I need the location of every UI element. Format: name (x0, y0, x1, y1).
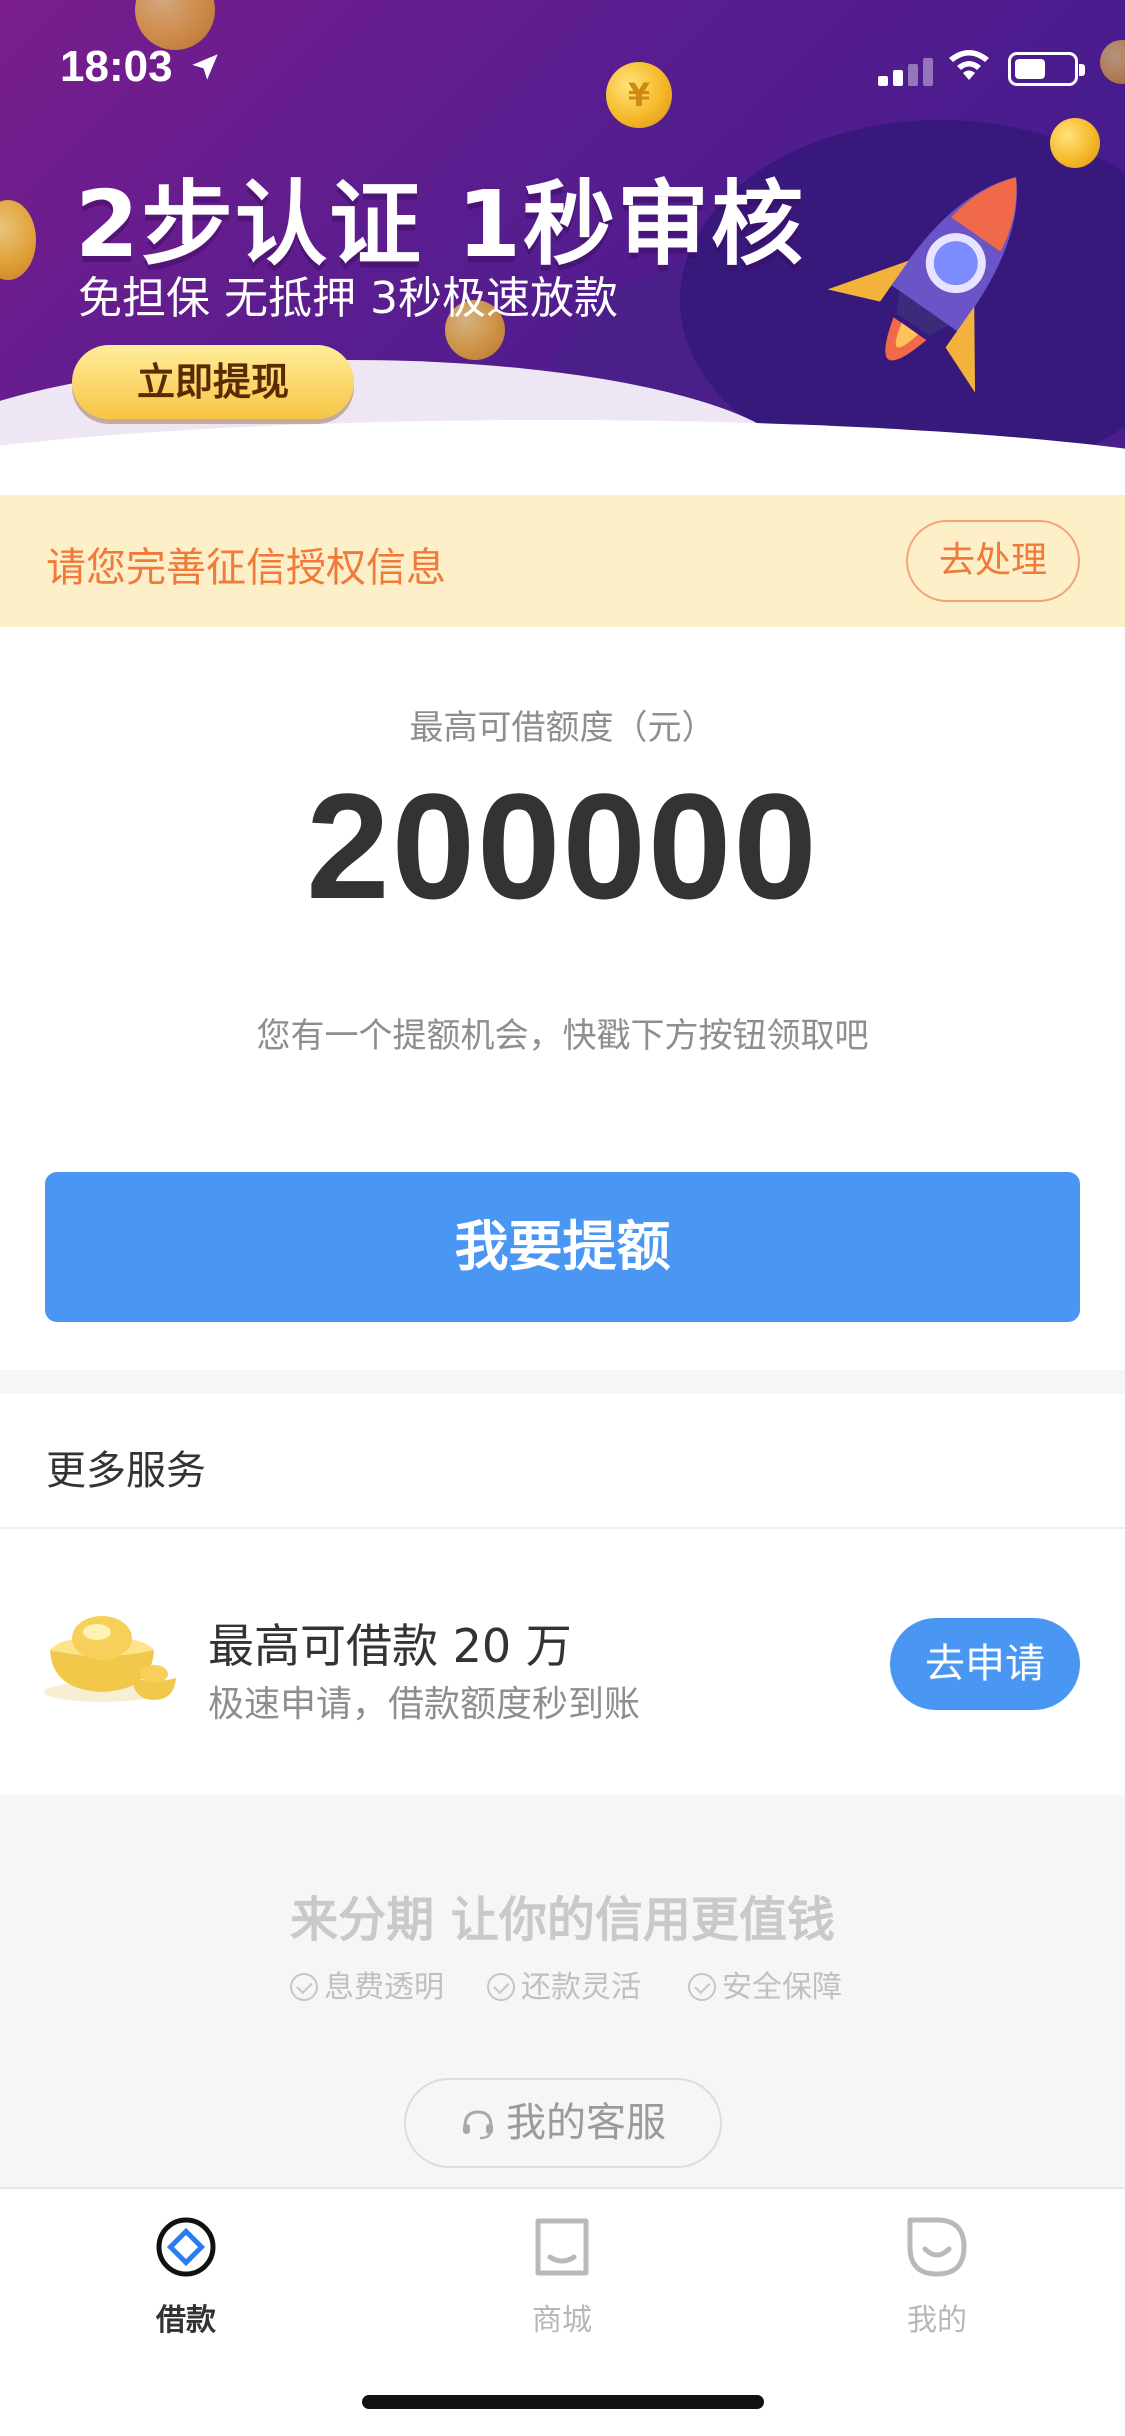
location-arrow-icon (192, 54, 218, 80)
feature-transparent-fees: 息费透明 (290, 1962, 444, 2006)
rocket-illustration (827, 177, 1017, 393)
handle-button[interactable]: 去处理 (906, 520, 1080, 602)
promo-banner[interactable]: ¥ 18:03 2步认证 1秒审核 免担保 无抵押 3秒极速放款 立即提现 (0, 0, 1125, 495)
status-bar: 18:03 (0, 0, 1125, 135)
feature-flexible-repayment: 还款灵活 (487, 1962, 641, 2006)
more-services-title: 更多服务 (46, 1448, 206, 1494)
battery-icon (1008, 52, 1085, 86)
apply-button[interactable]: 去申请 (890, 1618, 1080, 1710)
service-title: 最高可借款 20 万 (208, 1619, 572, 1673)
headset-icon (463, 2110, 493, 2140)
shop-icon (535, 2218, 589, 2276)
credit-auth-notice: 请您完善征信授权信息 去处理 (0, 495, 1125, 627)
customer-service-label: 我的客服 (506, 2100, 666, 2146)
tab-mine[interactable]: 我的 (837, 2215, 1037, 2339)
quota-hint: 您有一个提额机会，快戳下方按钮领取吧 (256, 1016, 869, 1056)
loan-icon (156, 2217, 216, 2277)
service-subtitle: 极速申请，借款额度秒到账 (208, 1684, 641, 1725)
banner-subtitle: 免担保 无抵押 3秒极速放款 (78, 273, 618, 324)
coin-icon (0, 200, 36, 280)
customer-service-button[interactable]: 我的客服 (404, 2078, 722, 2168)
quota-label: 最高可借额度（元） (409, 708, 716, 748)
footer-slogan: 来分期 让你的信用更值钱 (290, 1892, 835, 1948)
check-circle-icon (290, 1973, 318, 2001)
withdraw-now-button[interactable]: 立即提现 (72, 345, 354, 419)
check-circle-icon (487, 1973, 515, 2001)
section-divider (0, 1370, 1125, 1394)
wifi-icon (949, 50, 989, 80)
tab-shop[interactable]: 商城 (462, 2215, 662, 2339)
feature-security: 安全保障 (688, 1962, 842, 2006)
tab-loan[interactable]: 借款 (86, 2215, 286, 2339)
notice-text: 请您完善征信授权信息 (46, 545, 446, 591)
tab-mine-label: 我的 (907, 2303, 967, 2338)
check-circle-icon (688, 1973, 716, 2001)
tab-shop-label: 商城 (532, 2303, 592, 2338)
home-indicator[interactable] (362, 2395, 764, 2409)
quota-amount: 200000 (306, 762, 819, 930)
profile-icon (907, 2217, 967, 2277)
gold-ingot-icon (44, 1616, 176, 1702)
tab-loan-label: 借款 (156, 2303, 216, 2338)
cellular-signal-icon (878, 56, 934, 86)
divider (0, 1527, 1125, 1529)
status-time: 18:03 (60, 42, 173, 91)
raise-limit-button[interactable]: 我要提额 (45, 1172, 1080, 1322)
